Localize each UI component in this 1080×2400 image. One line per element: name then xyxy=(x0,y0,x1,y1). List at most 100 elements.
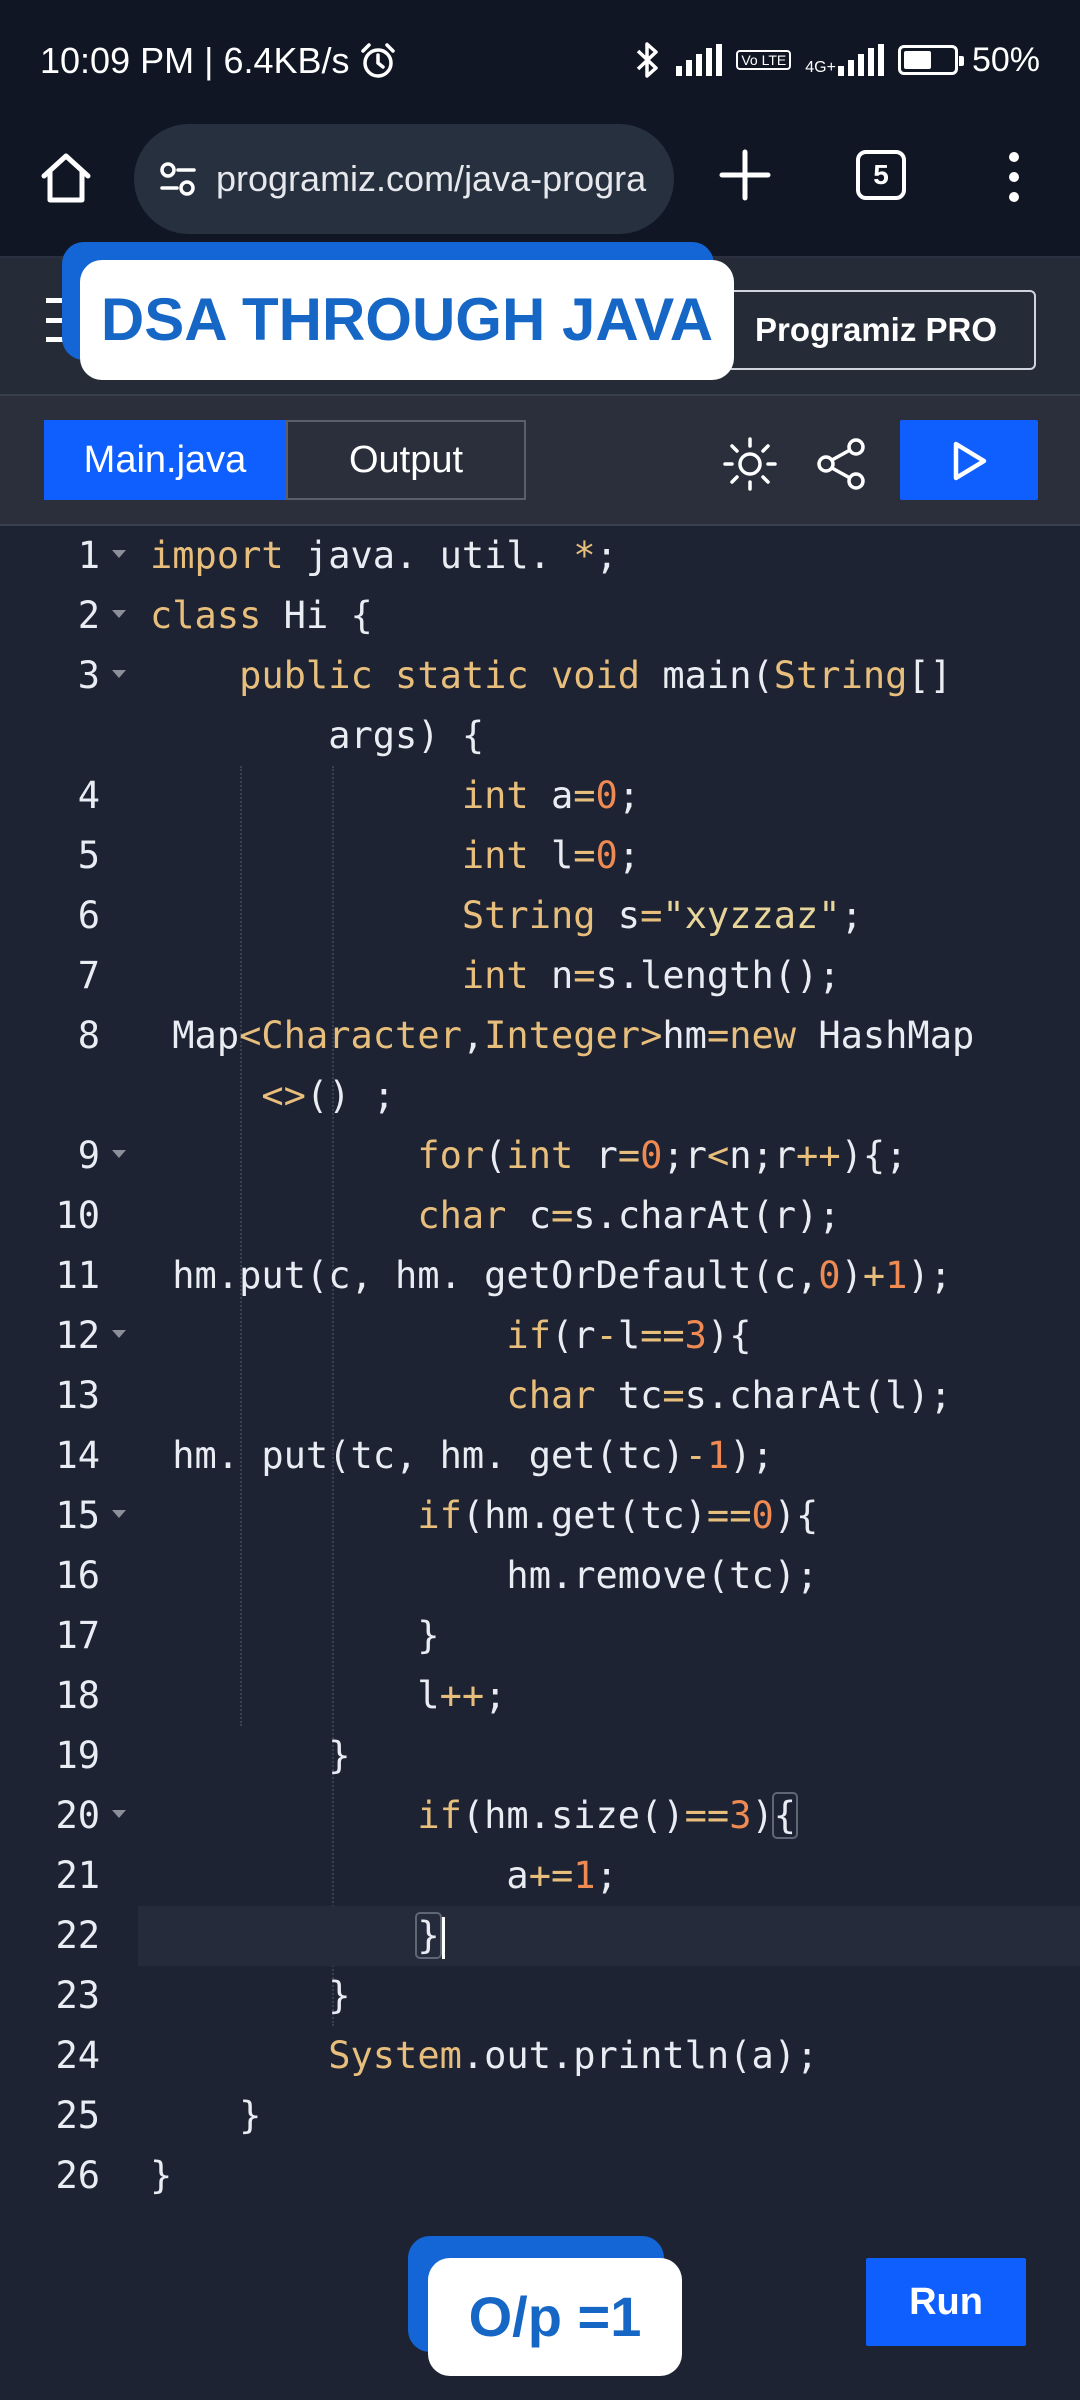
code-line[interactable]: 15 if(hm.get(tc)==0){ xyxy=(0,1486,1080,1546)
code-line[interactable]: 25 } xyxy=(0,2086,1080,2146)
line-number: 15 xyxy=(55,1494,100,1537)
code-line[interactable]: 8 Map<Character,Integer>hm=new HashMap xyxy=(0,1006,1080,1066)
battery-percent: 50% xyxy=(971,40,1040,79)
line-number: 12 xyxy=(55,1314,100,1357)
status-icons: Vo LTE 4G+ 50% xyxy=(632,40,1040,80)
run-button[interactable]: Run xyxy=(866,2258,1026,2346)
code-line[interactable]: 13 char tc=s.charAt(l); xyxy=(0,1366,1080,1426)
run-code-button[interactable] xyxy=(900,420,1038,500)
code-text: l++; xyxy=(150,1674,507,1717)
code-line[interactable]: 26} xyxy=(0,2146,1080,2206)
fold-arrow-icon[interactable] xyxy=(112,1150,126,1158)
code-line[interactable]: 9 for(int r=0;r<n;r++){; xyxy=(0,1126,1080,1186)
code-line[interactable]: 7 int n=s.length(); xyxy=(0,946,1080,1006)
code-text: } xyxy=(150,2094,262,2137)
output-label: O/p =1 xyxy=(428,2258,682,2376)
code-line[interactable]: 20 if(hm.size()==3){ xyxy=(0,1786,1080,1846)
code-text: hm.put(c, hm. getOrDefault(c,0)+1); xyxy=(150,1254,952,1297)
code-text: class Hi { xyxy=(150,594,373,637)
code-line[interactable]: 2 class Hi { xyxy=(0,586,1080,646)
code-text: import java. util. *; xyxy=(150,534,618,577)
code-line[interactable]: 11 hm.put(c, hm. getOrDefault(c,0)+1); xyxy=(0,1246,1080,1306)
code-line[interactable]: args) { xyxy=(0,706,1080,766)
code-line[interactable]: 5 int l=0; xyxy=(0,826,1080,886)
code-text: char c=s.charAt(r); xyxy=(417,1194,841,1237)
title-banner: DSA THROUGH JAVA xyxy=(80,260,734,380)
line-number: 20 xyxy=(55,1794,100,1837)
code-line[interactable]: 21 a+=1; xyxy=(0,1846,1080,1906)
line-number: 3 xyxy=(77,654,100,697)
fold-arrow-icon[interactable] xyxy=(112,550,126,558)
address-bar[interactable]: programiz.com/java-progra xyxy=(134,124,674,234)
code-line[interactable]: 14 hm. put(tc, hm. get(tc)-1); xyxy=(0,1426,1080,1486)
line-number: 9 xyxy=(77,1134,100,1177)
play-icon xyxy=(953,441,987,481)
code-line[interactable]: 22 } xyxy=(55,1906,1080,1966)
share-button[interactable] xyxy=(814,436,870,492)
fold-arrow-icon[interactable] xyxy=(112,1330,126,1338)
line-number: 18 xyxy=(55,1674,100,1717)
code-line[interactable]: 6 String s="xyzzaz"; xyxy=(0,886,1080,946)
code-line[interactable]: 12 if(r-l==3){ xyxy=(0,1306,1080,1366)
line-number: 14 xyxy=(55,1434,100,1477)
code-line[interactable]: <>() ; xyxy=(0,1066,1080,1126)
code-editor[interactable]: 1 import java. util. *; 2 class Hi {3 publi… xyxy=(0,526,1080,2226)
line-number: 6 xyxy=(77,894,100,937)
line-number: 7 xyxy=(77,954,100,997)
code-text: for(int r=0;r<n;r++){; xyxy=(417,1134,908,1177)
tab-main-java[interactable]: Main.java xyxy=(44,420,286,500)
code-line[interactable]: 16 hm.remove(tc); xyxy=(0,1546,1080,1606)
tab-switcher-button[interactable]: 5 xyxy=(856,150,906,200)
code-line[interactable]: 18 l++; xyxy=(0,1666,1080,1726)
line-number: 4 xyxy=(77,774,100,817)
code-line[interactable]: 17 } xyxy=(0,1606,1080,1666)
line-number: 17 xyxy=(55,1614,100,1657)
alarm-icon xyxy=(360,43,395,78)
code-line[interactable]: 4 int a=0; xyxy=(0,766,1080,826)
line-number: 1 xyxy=(77,534,100,577)
code-text: int a=0; xyxy=(461,774,641,817)
line-number: 8 xyxy=(77,1014,100,1057)
code-text: if(r-l==3){ xyxy=(506,1314,752,1357)
code-line[interactable]: 24 System.out.println(a); xyxy=(0,2026,1080,2086)
code-text: if(hm.size()==3){ xyxy=(417,1792,799,1839)
line-number: 13 xyxy=(55,1374,100,1417)
code-text: hm. put(tc, hm. get(tc)-1); xyxy=(150,1434,774,1477)
site-settings-icon xyxy=(160,162,196,196)
browser-toolbar: programiz.com/java-progra 5 xyxy=(0,120,1080,258)
status-bar: 10:09 PM | 6.4KB/s Vo LTE 4G+ 50% xyxy=(0,0,1080,120)
home-icon xyxy=(41,153,91,203)
code-line[interactable]: 23 } xyxy=(0,1966,1080,2026)
code-line[interactable]: 19 } xyxy=(0,1726,1080,1786)
line-number: 19 xyxy=(55,1734,100,1777)
code-text: hm.remove(tc); xyxy=(150,1554,819,1597)
fold-arrow-icon[interactable] xyxy=(112,1810,126,1818)
fold-arrow-icon[interactable] xyxy=(112,1510,126,1518)
dot-icon xyxy=(1009,192,1019,202)
more-menu-button[interactable] xyxy=(1000,152,1028,202)
code-text: String s="xyzzaz"; xyxy=(461,894,863,937)
line-number: 5 xyxy=(77,834,100,877)
fold-arrow-icon[interactable] xyxy=(112,610,126,618)
fold-arrow-icon[interactable] xyxy=(112,670,126,678)
line-number: 16 xyxy=(55,1554,100,1597)
code-text: } xyxy=(150,1974,351,2017)
programiz-pro-button[interactable]: Programiz PRO xyxy=(716,290,1036,370)
theme-toggle-button[interactable] xyxy=(722,436,778,492)
line-number: 22 xyxy=(55,1914,100,1957)
code-line[interactable]: 1 import java. util. *; xyxy=(0,526,1080,586)
line-number: 23 xyxy=(55,1974,100,2017)
code-line[interactable]: 10 char c=s.charAt(r); xyxy=(0,1186,1080,1246)
code-text: <>() ; xyxy=(261,1074,396,1117)
new-tab-button[interactable] xyxy=(712,142,778,208)
sun-icon xyxy=(723,437,777,491)
home-button[interactable] xyxy=(36,148,96,208)
line-number: 10 xyxy=(55,1194,100,1237)
code-text: args) { xyxy=(150,714,485,757)
line-number: 24 xyxy=(55,2034,100,2077)
volte-icon: Vo LTE xyxy=(736,50,792,70)
tab-output[interactable]: Output xyxy=(286,420,526,500)
code-line[interactable]: 3 public static void main(String[] xyxy=(0,646,1080,706)
dot-icon xyxy=(1009,172,1019,182)
code-text: System.out.println(a); xyxy=(328,2034,819,2077)
